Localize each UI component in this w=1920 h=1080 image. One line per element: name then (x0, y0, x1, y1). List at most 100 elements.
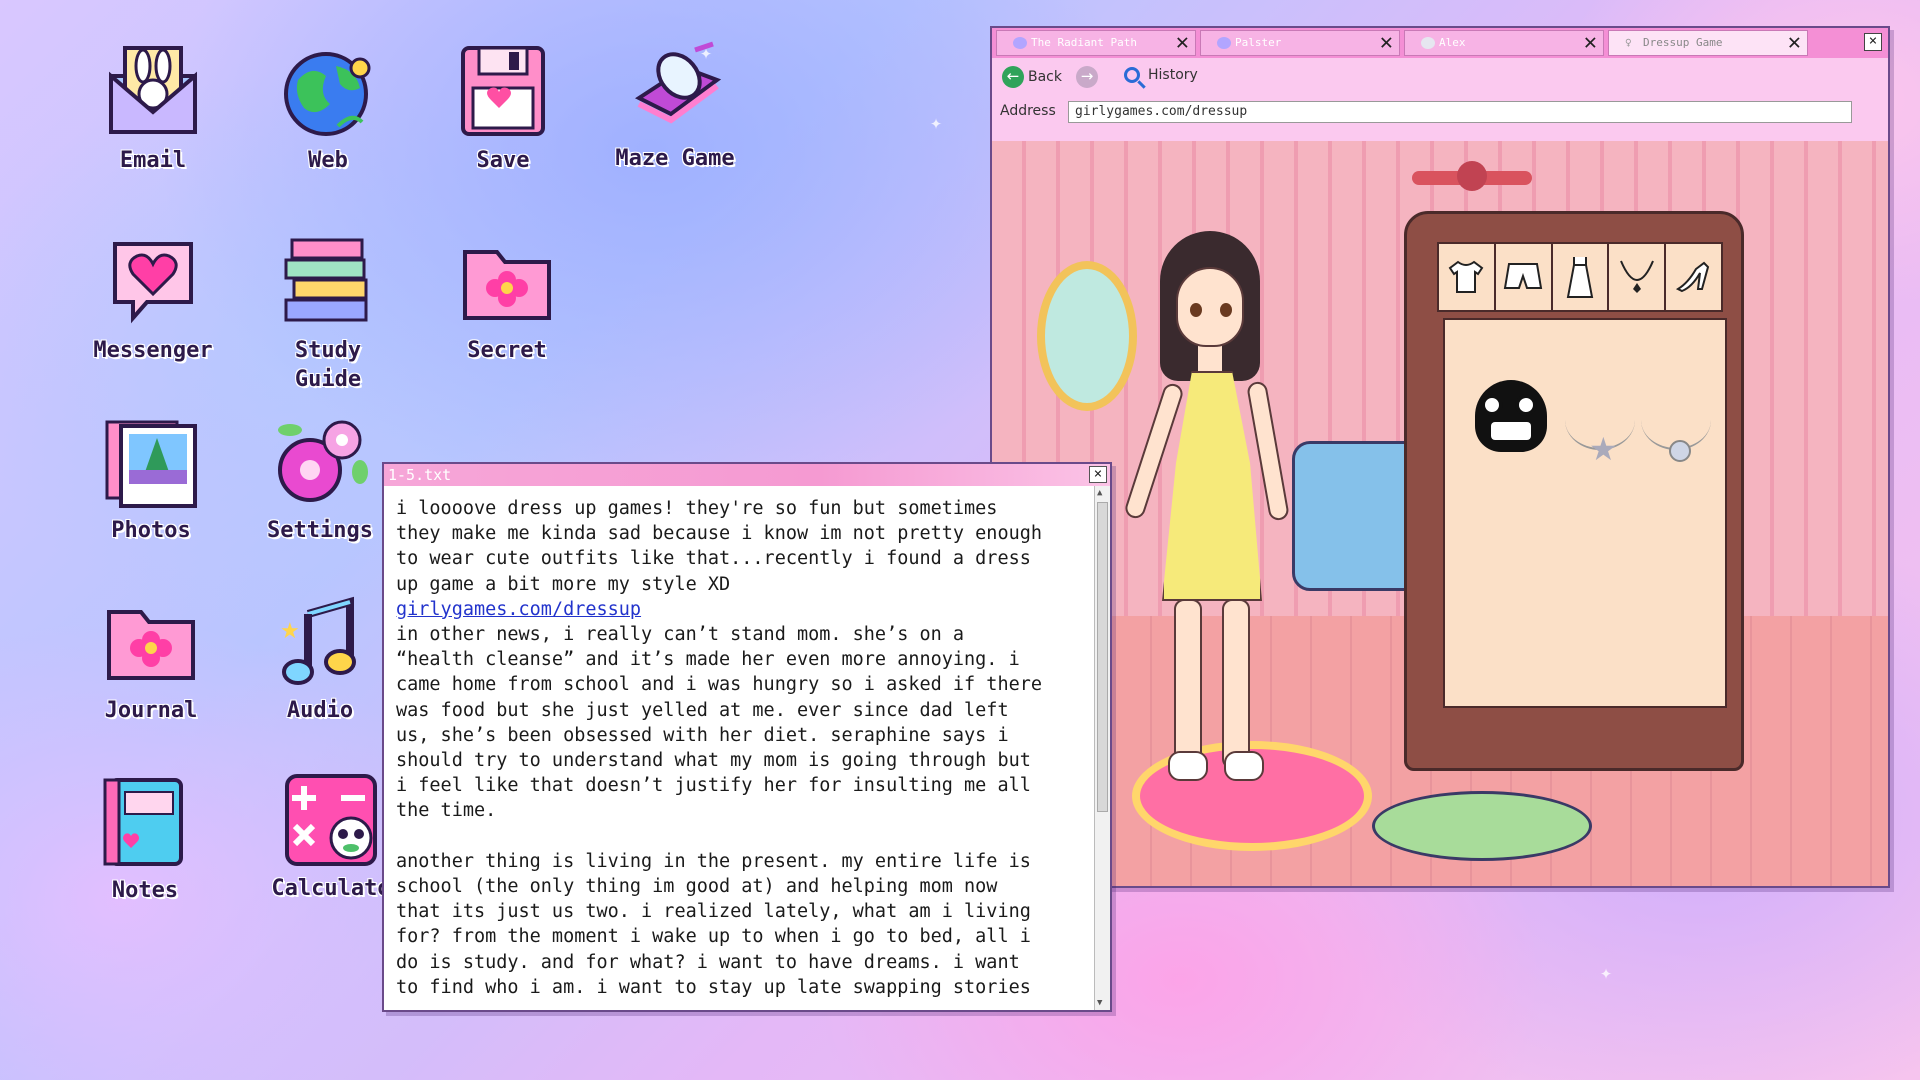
back-label: Back (1028, 69, 1062, 85)
tab-label: Palster (1235, 36, 1282, 49)
side-table (1372, 791, 1592, 861)
skull-mask-item[interactable] (1475, 380, 1547, 452)
desktop-icon-messenger[interactable]: Messenger (78, 232, 228, 365)
window-title: 1-5.txt (388, 466, 452, 484)
calculator-panda-icon (281, 770, 381, 870)
necklace-icon[interactable] (1609, 244, 1667, 310)
desktop-icon-journal[interactable]: Journal (76, 592, 226, 725)
icon-label: Messenger (93, 338, 213, 363)
tab-the-radiant-path[interactable]: The Radiant Path ✕ (996, 30, 1196, 56)
tab-close-icon[interactable]: ✕ (1788, 31, 1801, 55)
mask-teeth (1491, 422, 1531, 440)
icon-label: Web (308, 148, 348, 173)
tab-palster[interactable]: Palster ✕ (1200, 30, 1400, 56)
ceiling-fan (1372, 141, 1572, 201)
shorts-icon[interactable] (1496, 244, 1553, 310)
address-bar: Address girlygames.com/dressup (992, 100, 1888, 126)
icon-label: Audio (286, 698, 354, 723)
notebook-icon (95, 772, 195, 872)
scroll-thumb[interactable] (1097, 502, 1108, 812)
tab-close-icon[interactable]: ✕ (1380, 31, 1393, 55)
text-content[interactable]: i loooove dress up games! they're so fun… (384, 486, 1094, 1010)
doll-face (1176, 267, 1244, 347)
journal-paragraph: i loooove dress up games! they're so fun… (396, 498, 1043, 595)
music-note-icon: ★ (270, 592, 370, 692)
icon-label: Study Guide (294, 338, 362, 392)
back-arrow-icon: ← (1002, 66, 1024, 88)
envelope-bunny-icon (103, 42, 203, 142)
address-label: Address (1000, 103, 1056, 119)
wardrobe-panel (1404, 211, 1744, 771)
high-heel-icon[interactable] (1666, 244, 1721, 310)
desktop-icon-photos[interactable]: Photos (76, 412, 226, 545)
flower-gear-icon (270, 412, 370, 512)
icon-label: Photos (111, 518, 191, 543)
crown-icon (1013, 37, 1027, 49)
flower-folder-icon (101, 592, 201, 692)
mask-eye (1481, 394, 1503, 416)
desktop-icon-study-guide[interactable]: Study Guide (253, 232, 403, 394)
sparkle-decoration: ✦ (930, 110, 943, 134)
photo-stack-icon (101, 412, 201, 512)
desktop-icon-web[interactable]: Web (253, 42, 403, 175)
vertical-scrollbar[interactable]: ▲ ▼ (1094, 486, 1110, 1010)
palster-logo-icon (1217, 37, 1231, 49)
desktop-icon-save[interactable]: Save (428, 42, 578, 175)
address-input[interactable]: girlygames.com/dressup (1068, 101, 1852, 123)
back-button[interactable]: ← Back (1002, 66, 1062, 88)
star-necklace-item[interactable] (1565, 390, 1635, 468)
dress-icon[interactable] (1553, 244, 1610, 310)
tab-dressup-game[interactable]: ♀ Dressup Game ✕ (1608, 30, 1808, 56)
tab-label: Alex (1439, 36, 1466, 49)
magnifier-icon (1124, 67, 1140, 83)
doll-eye (1190, 303, 1202, 317)
doll-right-leg (1222, 599, 1250, 769)
desktop-icon-audio[interactable]: ★ Audio (245, 592, 395, 725)
globe-icon (278, 42, 378, 142)
doll-character[interactable] (1112, 231, 1302, 791)
icon-label: Maze Game (615, 146, 735, 171)
shirt-icon[interactable] (1439, 244, 1496, 310)
desktop-icon-maze-game[interactable]: Maze Game (600, 40, 750, 173)
navigation-bar: ← Back → History (992, 58, 1888, 94)
dressup-link[interactable]: girlygames.com/dressup (396, 599, 641, 620)
scroll-up-arrow-icon[interactable]: ▲ (1097, 488, 1107, 498)
desktop-icon-secret[interactable]: Secret (432, 232, 582, 365)
window-close-button[interactable]: × (1864, 33, 1882, 51)
mask-eye (1515, 394, 1537, 416)
close-icon[interactable]: × (1089, 466, 1107, 483)
forward-button[interactable]: → (1076, 66, 1098, 88)
history-label: History (1148, 67, 1198, 83)
svg-text:★: ★ (280, 619, 300, 644)
doll-neck (1198, 343, 1222, 373)
tab-close-icon[interactable]: ✕ (1584, 31, 1597, 55)
desktop-icon-settings[interactable]: Settings (245, 412, 395, 545)
icon-label: Secret (467, 338, 547, 363)
desktop-icon-email[interactable]: Email (78, 42, 228, 175)
heart-chat-icon (103, 232, 203, 332)
icon-label: Save (476, 148, 530, 173)
tab-label: Dressup Game (1643, 36, 1723, 49)
planet-necklace-item[interactable] (1641, 390, 1711, 462)
game-favicon-icon: ♀ (1625, 36, 1632, 49)
desktop-icon-notes[interactable]: Notes (70, 772, 220, 905)
tab-alex[interactable]: Alex ✕ (1404, 30, 1604, 56)
doll-left-sock (1168, 751, 1208, 781)
icon-label: Email (119, 148, 187, 173)
window-title-bar[interactable]: 1-5.txt × (384, 464, 1110, 486)
scroll-down-arrow-icon[interactable]: ▼ (1097, 998, 1107, 1008)
dressup-game-canvas[interactable] (992, 141, 1888, 886)
journal-paragraph: in other news, i really can’t stand mom.… (396, 624, 1043, 998)
icon-label: Journal (104, 698, 198, 723)
tab-bar: The Radiant Path ✕ Palster ✕ Alex ✕ ♀ Dr… (992, 28, 1888, 58)
books-stack-icon (278, 232, 378, 332)
avatar-icon (1421, 37, 1435, 49)
browser-window: The Radiant Path ✕ Palster ✕ Alex ✕ ♀ Dr… (990, 26, 1890, 888)
doll-right-sock (1224, 751, 1264, 781)
tab-close-icon[interactable]: ✕ (1176, 31, 1189, 55)
clothing-category-bar (1437, 242, 1723, 312)
history-button[interactable]: History (1124, 67, 1198, 83)
doll-left-leg (1174, 599, 1202, 769)
floppy-disk-icon (453, 42, 553, 142)
tab-label: The Radiant Path (1031, 36, 1137, 49)
